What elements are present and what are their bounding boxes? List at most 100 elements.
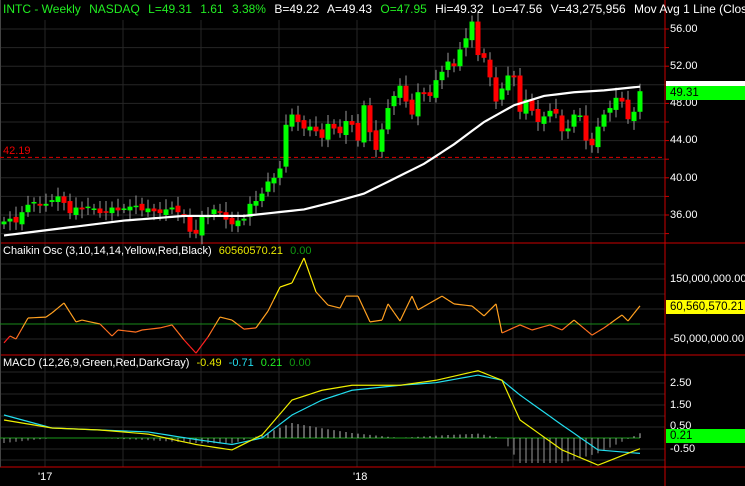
chaikin-segment xyxy=(411,295,419,311)
candle-up xyxy=(43,203,49,206)
candle-down xyxy=(589,138,595,146)
candle-up xyxy=(391,95,397,107)
chaikin-segment xyxy=(543,324,551,328)
candle-down xyxy=(535,108,541,122)
macd-title: MACD (12,26,9,Green,Red,DarkGray) xyxy=(3,357,190,369)
candle-up xyxy=(127,206,133,211)
candle-down xyxy=(103,211,109,213)
chaikin-segment xyxy=(609,318,617,325)
chaikin-segment xyxy=(471,305,479,312)
chaikin-value-box: 60,560,570.21 xyxy=(666,300,745,314)
candle-up xyxy=(595,126,601,148)
chaikin-segment xyxy=(69,312,77,323)
chaikin-segment xyxy=(261,310,269,320)
chaikin-axis-label: 150,000,000.00 xyxy=(670,273,745,285)
chaikin-segment xyxy=(519,324,527,329)
candle-up xyxy=(7,218,13,222)
candle-down xyxy=(421,92,427,95)
candle-up xyxy=(169,207,175,210)
chaikin-segment xyxy=(591,330,599,336)
chaikin-segment xyxy=(225,318,233,321)
chaikin-segment xyxy=(423,302,431,307)
chaikin-segment xyxy=(123,330,131,332)
chaikin-segment xyxy=(63,302,71,313)
candle-up xyxy=(439,71,445,81)
chaikin-segment xyxy=(513,324,521,329)
chaikin-segment xyxy=(237,324,245,330)
high-price: Hi=49.32 xyxy=(435,2,484,16)
study-label[interactable]: Mov Avg 1 Line (Clos ... xyxy=(634,2,745,16)
candle-down xyxy=(139,203,145,211)
chaikin-segment xyxy=(159,325,167,329)
chaikin-segment xyxy=(393,312,401,322)
chaikin-segment xyxy=(579,324,587,331)
price-axis-label: 56.00 xyxy=(670,23,698,35)
chaikin-segment xyxy=(465,304,473,307)
chaikin-value: 60560570.21 xyxy=(218,245,284,257)
candle-up xyxy=(325,123,331,140)
candle-up xyxy=(55,196,61,202)
chaikin-segment xyxy=(435,295,443,301)
macd-legend[interactable]: MACD (12,26,9,Green,Red,DarkGray) -0.49 … xyxy=(3,357,311,369)
chaikin-segment xyxy=(387,303,395,313)
candle-down xyxy=(13,216,19,223)
candle-down xyxy=(151,208,157,212)
chaikin-segment xyxy=(87,320,95,324)
candle-up xyxy=(463,38,469,48)
candle-down xyxy=(451,63,457,67)
macd-line xyxy=(3,370,641,466)
candle-up xyxy=(613,97,619,110)
chaikin-segment xyxy=(453,303,461,306)
candle-down xyxy=(373,130,379,150)
candle-up xyxy=(121,208,127,210)
candle-down xyxy=(175,205,181,213)
candle-up xyxy=(241,218,247,221)
macd-value: -0.49 xyxy=(196,357,222,369)
symbol-label[interactable]: INTC - Weekly xyxy=(3,2,81,16)
chaikin-segment xyxy=(339,295,347,309)
candle-up xyxy=(271,177,277,184)
candle-down xyxy=(481,53,487,58)
chaikin-segment xyxy=(459,304,467,306)
candle-up xyxy=(283,124,289,167)
chaikin-segment xyxy=(369,320,377,323)
chaikin-segment xyxy=(285,282,293,286)
last-price: L=49.31 xyxy=(148,2,192,16)
candle-down xyxy=(115,207,121,211)
chaikin-segment xyxy=(321,298,329,306)
candle-down xyxy=(67,201,73,214)
chaikin-segment xyxy=(57,302,65,309)
candle-down xyxy=(157,209,163,214)
chaikin-segment xyxy=(309,274,317,293)
chaikin-segment xyxy=(399,308,407,322)
last-price-box: 49.31 xyxy=(666,86,745,100)
chaikin-legend[interactable]: Chaikin Osc (3,10,14,14,Yellow,Red,Black… xyxy=(3,245,312,257)
chaikin-segment xyxy=(561,324,569,331)
chaikin-segment xyxy=(99,323,107,331)
chaikin-segment xyxy=(15,328,23,340)
candle-down xyxy=(403,85,409,102)
macd-signal-line xyxy=(3,374,641,455)
price-axis-label: 44.00 xyxy=(670,134,698,146)
candle-down xyxy=(625,99,631,120)
chaikin-segment xyxy=(75,319,83,323)
macd-axis-label: 1.50 xyxy=(670,399,692,411)
x-axis-label: '18 xyxy=(353,471,368,483)
candle-up xyxy=(307,126,313,131)
chaikin-segment xyxy=(627,313,635,322)
candle-down xyxy=(349,121,355,125)
change-pct: 3.38% xyxy=(231,2,266,16)
support-label: 42.19 xyxy=(3,145,31,157)
candle-down xyxy=(79,207,85,210)
low-price: Lo=47.56 xyxy=(491,2,543,16)
candle-down xyxy=(301,120,307,129)
macd-zero: 0.00 xyxy=(289,357,311,369)
chaikin-segment xyxy=(615,314,623,320)
candle-down xyxy=(493,77,499,102)
chaikin-segment xyxy=(477,310,485,317)
chaikin-segment xyxy=(357,295,365,310)
candle-up xyxy=(277,168,283,178)
candle-down xyxy=(313,126,319,132)
chaikin-segment xyxy=(549,324,557,329)
candle-down xyxy=(193,229,199,234)
